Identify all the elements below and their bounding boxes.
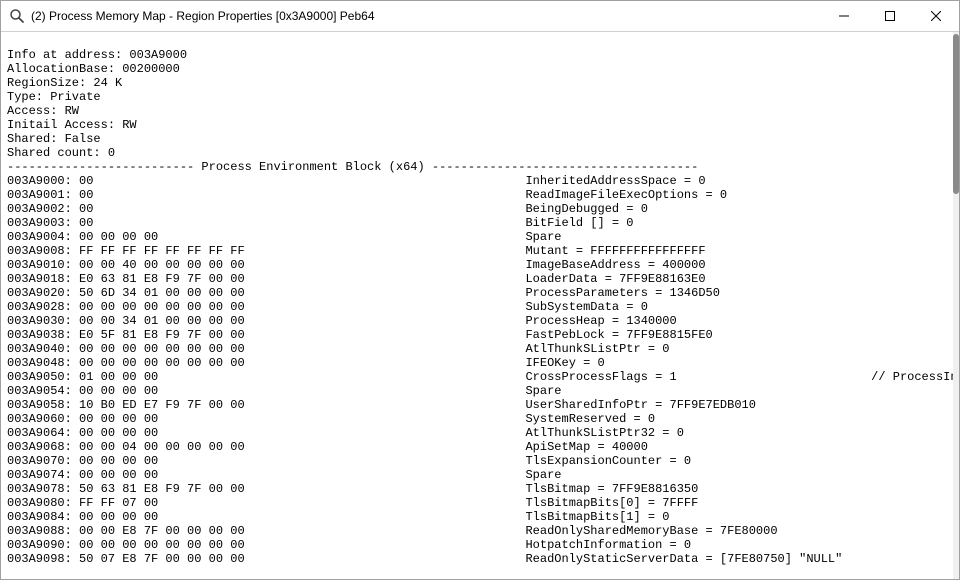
content-area: Info at address: 003A9000 AllocationBase… (1, 32, 959, 579)
close-button[interactable] (913, 1, 959, 31)
maximize-button[interactable] (867, 1, 913, 31)
titlebar[interactable]: (2) Process Memory Map - Region Properti… (1, 1, 959, 32)
vertical-scrollbar[interactable] (953, 32, 959, 579)
scroll-thumb[interactable] (953, 34, 959, 194)
window-title: (2) Process Memory Map - Region Properti… (31, 9, 821, 23)
magnifier-icon (9, 8, 25, 24)
window-frame: (2) Process Memory Map - Region Properti… (0, 0, 960, 580)
minimize-button[interactable] (821, 1, 867, 31)
window-controls (821, 1, 959, 31)
memory-dump-text[interactable]: Info at address: 003A9000 AllocationBase… (1, 44, 953, 567)
